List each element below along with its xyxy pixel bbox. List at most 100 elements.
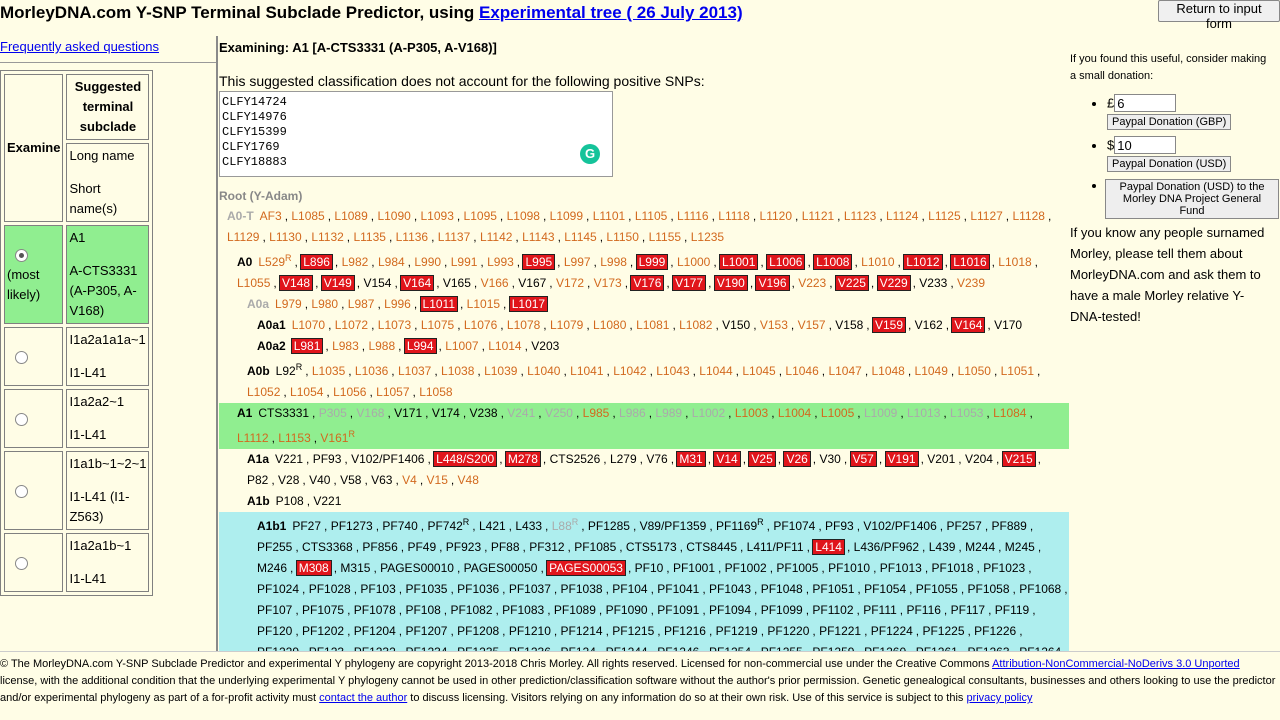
table-row[interactable]: I1a2a1a1a~1 I1-L41	[4, 327, 150, 386]
snp: PF740	[382, 519, 418, 533]
snp: L1036	[354, 364, 389, 378]
snp: L1093	[420, 209, 454, 223]
snp: L1112	[237, 431, 269, 445]
snp: L896	[300, 254, 333, 270]
recurrent-marker: R	[571, 517, 579, 527]
name-labels-cell: Long name Short name(s)	[66, 143, 150, 222]
snp: V239	[957, 276, 986, 290]
grammarly-icon[interactable]: G	[580, 144, 600, 164]
snp: L414	[812, 539, 845, 555]
snp: M244	[965, 540, 996, 554]
snp: L985	[582, 406, 610, 420]
snp: PF255	[257, 540, 293, 554]
node-label: A1b1	[257, 519, 287, 533]
paypal-usd-button[interactable]: Paypal Donation (USD)	[1107, 156, 1232, 172]
table-row[interactable]: I1a2a2~1 I1-L41	[4, 389, 150, 448]
panel-divider[interactable]	[216, 36, 218, 651]
snp: PF923	[445, 540, 482, 554]
unaccounted-snps-textarea[interactable]: CLFY14724 CLFY14976 CLFY15399 CLFY1769 C…	[219, 91, 613, 177]
snp: PF1215	[612, 624, 655, 638]
examine-cell[interactable]	[4, 533, 64, 592]
examine-cell[interactable]	[4, 327, 64, 386]
snp: PF1068	[1019, 582, 1062, 596]
footer-text-1: © The MorleyDNA.com Y-SNP Subclade Predi…	[0, 658, 990, 670]
snp: CTS2526	[549, 452, 601, 466]
snp: M31	[676, 451, 706, 467]
snp: V159	[871, 317, 907, 333]
paypal-fund-button[interactable]: Paypal Donation (USD) to the Morley DNA …	[1105, 179, 1279, 219]
snp: L1137	[437, 230, 471, 244]
snp: PF116	[906, 603, 941, 617]
radio-button[interactable]	[15, 556, 28, 570]
radio-button[interactable]	[15, 484, 28, 498]
snp: L1235	[690, 230, 725, 244]
faq-link[interactable]: Frequently asked questions	[0, 39, 159, 54]
snp: L1073	[377, 318, 412, 332]
snp: L1007	[445, 339, 479, 353]
snp: PF1037	[508, 582, 551, 596]
divider	[0, 62, 216, 63]
snp: V162	[914, 318, 943, 332]
snp: L1051	[1000, 364, 1034, 378]
node-label: A0	[237, 255, 253, 269]
snp: PF1083	[502, 603, 545, 617]
snp: L1035	[311, 364, 346, 378]
tree-node-a0-t: A0-T AF3, L1085, L1089, L1090, L1093, L10…	[227, 209, 1052, 244]
snp: L1056	[333, 385, 367, 399]
snp: L1048	[871, 364, 905, 378]
tree-node-a0a1: A0a1 L1070, L1072, L1073, L1075, L1076, L…	[257, 317, 1023, 333]
snp: PF1058	[967, 582, 1010, 596]
table-row[interactable]: (most likely) A1 A-CTS3331 (A-P305, A-V16…	[4, 225, 150, 324]
return-to-input-button[interactable]: Return to input form	[1158, 0, 1280, 31]
snp: V25	[748, 451, 776, 467]
gbp-amount-input[interactable]	[1114, 94, 1177, 112]
subclade-cell: I1a2a1b~1 I1-L41	[66, 533, 150, 592]
table-row[interactable]: I1a2a1b~1 I1-L41	[4, 533, 150, 592]
node-label: A0b	[247, 364, 270, 378]
left-panel: Frequently asked questions Examine Sugge…	[0, 36, 216, 651]
snp: V30	[819, 452, 841, 466]
snp: L981	[290, 338, 324, 354]
snp: L991	[450, 255, 478, 269]
table-row[interactable]: I1a1b~1~2~1 I1-L41 (I1-Z563)	[4, 451, 150, 530]
experimental-tree-link[interactable]: Experimental tree ( 26 July 2013)	[479, 3, 743, 22]
snp: V168	[356, 406, 385, 420]
snp: L1081	[636, 318, 670, 332]
snp: PF1024	[257, 582, 300, 596]
tree-node-a0a2: A0a2 L981, L983, L988, L994, L1007, L1014…	[257, 338, 560, 354]
snp: L989	[655, 406, 683, 420]
paypal-gbp-button[interactable]: Paypal Donation (GBP)	[1107, 114, 1232, 130]
node-label: A1b	[247, 494, 270, 508]
snp: PF1018	[931, 561, 974, 575]
short-name-label: Short name(s)	[69, 181, 118, 216]
snp: L993	[487, 255, 514, 269]
snp: L986	[619, 406, 646, 420]
snp: L1078	[506, 318, 541, 332]
snp: V166	[480, 276, 509, 290]
snp: L982	[341, 255, 369, 269]
footer-text: © The MorleyDNA.com Y-SNP Subclade Predi…	[0, 656, 1280, 707]
radio-button[interactable]	[15, 248, 28, 262]
snp: L439	[928, 540, 956, 554]
privacy-policy-link[interactable]: privacy policy	[966, 692, 1032, 704]
contact-author-link[interactable]: contact the author	[319, 692, 407, 704]
long-name: I1a2a1b~1	[69, 538, 132, 553]
radio-button[interactable]	[15, 412, 28, 426]
snp: L1001	[719, 254, 759, 270]
snp: M245	[1004, 540, 1035, 554]
morley-message: If you know any people surnamed Morley, …	[1070, 225, 1265, 324]
examine-cell[interactable]: (most likely)	[4, 225, 64, 324]
license-link[interactable]: Attribution-NonCommercial-NoDerivs 3.0 U…	[992, 658, 1240, 670]
long-name: I1a2a1a1a~1	[69, 332, 146, 347]
snp: L1129	[227, 230, 260, 244]
snp: V241	[507, 406, 536, 420]
examine-cell[interactable]	[4, 451, 64, 530]
examine-cell[interactable]	[4, 389, 64, 448]
snp: L994	[403, 338, 437, 354]
usd-symbol: $	[1107, 137, 1115, 153]
snp: L1018	[998, 255, 1032, 269]
radio-button[interactable]	[15, 350, 28, 364]
suggestion-table: Examine Suggested terminal subclade Long…	[0, 70, 154, 596]
snp: PF1041	[657, 582, 700, 596]
usd-amount-input[interactable]	[1114, 136, 1177, 154]
